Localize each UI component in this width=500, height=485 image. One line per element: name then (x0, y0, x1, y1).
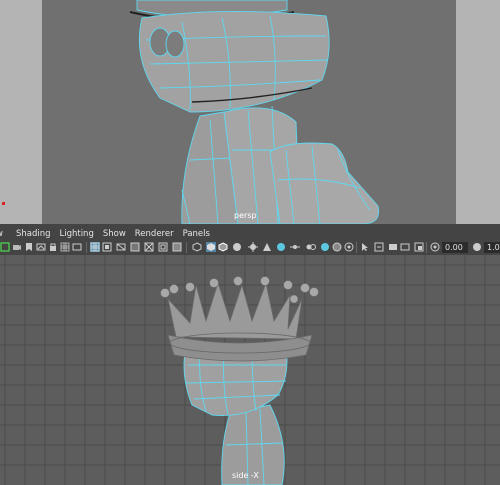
panel-menu-bar: w Shading Lighting Show Renderer Panels (0, 227, 500, 241)
resolution-icon[interactable] (414, 242, 424, 252)
viewport-side-panel-left (0, 0, 42, 224)
safe-action-icon[interactable] (158, 242, 168, 252)
side-viewport[interactable]: side -X (0, 255, 500, 485)
menu-show[interactable]: Show (103, 229, 126, 239)
textured-icon[interactable] (232, 242, 242, 252)
toolbar-separator (186, 242, 187, 253)
image-icon[interactable] (388, 242, 398, 252)
backface-icon[interactable] (374, 242, 384, 252)
menu-renderer[interactable]: Renderer (135, 229, 174, 239)
lighting-icon[interactable] (248, 242, 258, 252)
wireframe-on-shaded-icon[interactable] (218, 242, 228, 252)
persp-model (129, 0, 380, 224)
persp-scene[interactable] (42, 0, 456, 224)
ambient-occlusion-icon[interactable] (276, 242, 286, 252)
anti-aliasing-icon[interactable] (290, 242, 300, 252)
axis-marker (2, 202, 5, 205)
grid-toggle-icon[interactable] (60, 242, 70, 252)
panel-toolbar: 0.00 1.00 (0, 241, 500, 255)
screen-icon[interactable] (400, 242, 410, 252)
menu-lighting[interactable]: Lighting (59, 229, 93, 239)
camera-label: persp (234, 211, 257, 220)
persp-viewport[interactable]: persp (0, 0, 500, 224)
toolbar-separator (356, 242, 357, 253)
film-gate-toggle-icon[interactable] (102, 242, 112, 252)
film-gate-icon[interactable] (72, 242, 82, 252)
gamma-field[interactable]: 1.00 (484, 242, 500, 253)
grid-icon[interactable] (90, 242, 100, 252)
safe-title-icon[interactable] (172, 242, 182, 252)
toolbar-separator (86, 242, 87, 253)
menu-panels[interactable]: Panels (183, 229, 210, 239)
field-chart-icon[interactable] (144, 242, 154, 252)
image-plane-icon[interactable] (36, 242, 46, 252)
exposure-field[interactable]: 0.00 (442, 242, 468, 253)
side-scene[interactable] (0, 255, 500, 485)
camera-label: side -X (232, 471, 259, 480)
smooth-shade-icon[interactable] (206, 242, 216, 252)
gamma-icon[interactable] (472, 242, 482, 252)
select-camera-icon[interactable] (0, 242, 10, 252)
toolbar-separator (426, 242, 427, 253)
bookmark-icon[interactable] (24, 242, 34, 252)
menu-view[interactable]: w (0, 229, 3, 239)
exposure-icon[interactable] (430, 242, 440, 252)
gate-mask-icon[interactable] (130, 242, 140, 252)
viewport-side-panel-right (456, 0, 500, 224)
xray-icon[interactable] (332, 242, 342, 252)
isolate-select-icon[interactable] (320, 242, 330, 252)
xray-joints-icon[interactable] (344, 242, 354, 252)
camera-lock-icon[interactable] (48, 242, 58, 252)
shadows-icon[interactable] (262, 242, 272, 252)
camera-attributes-icon[interactable] (12, 242, 22, 252)
resolution-gate-icon[interactable] (116, 242, 126, 252)
wireframe-shading-icon[interactable] (192, 242, 202, 252)
menu-shading[interactable]: Shading (16, 229, 51, 239)
select-mode-icon[interactable] (360, 242, 370, 252)
depth-of-field-icon[interactable] (306, 242, 316, 252)
